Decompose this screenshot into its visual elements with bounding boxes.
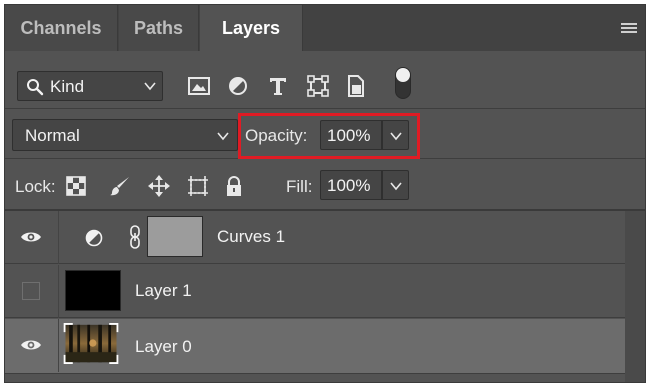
eye-icon [21, 340, 41, 350]
panel-menu-icon[interactable] [621, 23, 637, 35]
layer-visibility-toggle[interactable] [5, 211, 59, 264]
shape-filter-icon[interactable] [305, 73, 331, 99]
eye-icon [21, 232, 41, 242]
blend-row: Normal Opacity: 100% [5, 109, 645, 159]
filter-kind-select[interactable]: Kind [17, 71, 163, 101]
layer-filter-row: Kind [5, 51, 645, 109]
layers-list: Curves 1 Layer 1 Layer 0 [5, 211, 625, 382]
adjustment-layer-icon [85, 229, 103, 247]
layer-row-layer-0[interactable]: Layer 0 [5, 319, 625, 374]
fill-input[interactable]: 100% [320, 170, 382, 200]
layer-visibility-toggle[interactable] [5, 319, 59, 372]
opacity-label: Opacity: [245, 126, 308, 145]
layer-name[interactable]: Layer 0 [135, 337, 192, 357]
filter-toggle-knob [396, 68, 410, 82]
lock-image-pixels-icon[interactable] [109, 175, 131, 197]
fill-dropdown-button[interactable] [382, 170, 409, 200]
hidden-visibility-box [22, 282, 40, 300]
fill-label: Fill: [286, 177, 313, 196]
chevron-down-icon [390, 132, 402, 141]
adjustment-filter-icon[interactable] [225, 73, 251, 99]
forest-photo-thumbnail[interactable] [63, 323, 119, 364]
filter-kind-label: Kind [50, 77, 85, 96]
lock-position-icon[interactable] [148, 175, 170, 197]
tab-layers[interactable]: Layers [200, 5, 303, 51]
link-chain-icon[interactable] [129, 225, 141, 249]
opacity-input[interactable]: 100% [320, 120, 382, 150]
lock-artboard-icon[interactable] [187, 175, 209, 197]
search-icon [27, 79, 44, 96]
lock-all-icon[interactable] [223, 175, 245, 197]
layer-mask-thumbnail[interactable] [147, 216, 203, 257]
opacity-dropdown-button[interactable] [382, 120, 409, 150]
chevron-down-icon [217, 132, 229, 141]
lock-row: Lock: Fill: 100% [5, 159, 645, 211]
image-filter-icon[interactable] [186, 73, 212, 99]
tab-paths[interactable]: Paths [119, 5, 199, 51]
panel-tab-bar: Channels Paths Layers [5, 5, 645, 51]
layers-panel: Channels Paths Layers Kind Normal Opacit… [4, 4, 646, 383]
layers-scrollbar[interactable] [625, 211, 645, 382]
type-filter-icon[interactable] [265, 73, 291, 99]
chevron-down-icon [390, 182, 402, 191]
smart-object-filter-icon[interactable] [343, 73, 369, 99]
layer-thumbnail[interactable] [65, 270, 121, 311]
tab-channels[interactable]: Channels [5, 5, 118, 51]
layer-name[interactable]: Curves 1 [217, 227, 285, 247]
layer-visibility-toggle[interactable] [5, 265, 59, 318]
filter-toggle[interactable] [395, 67, 411, 99]
blend-mode-select[interactable]: Normal [12, 119, 238, 151]
layer-name[interactable]: Layer 1 [135, 281, 192, 301]
blend-mode-label: Normal [25, 126, 80, 145]
layer-row-curves-1[interactable]: Curves 1 [5, 211, 625, 264]
lock-label: Lock: [15, 177, 56, 196]
lock-transparent-pixels-icon[interactable] [65, 175, 87, 197]
layer-row-layer-1[interactable]: Layer 1 [5, 265, 625, 318]
chevron-down-icon [144, 82, 156, 91]
